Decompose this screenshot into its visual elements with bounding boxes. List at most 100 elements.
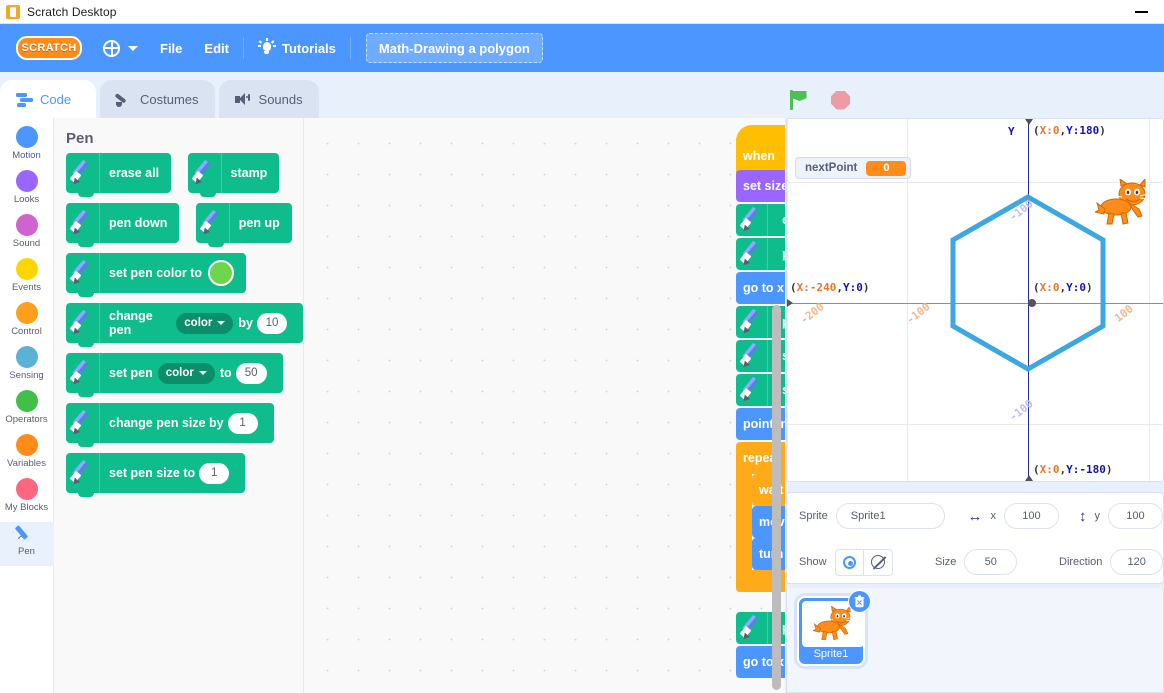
sprite-list[interactable]: Sprite1 <box>786 588 1164 693</box>
category-color-dot <box>15 346 38 368</box>
vertical-arrows-icon: ↕ <box>1078 507 1087 525</box>
category-color-dot <box>15 302 38 324</box>
category-events[interactable]: Events <box>0 258 54 302</box>
category-color-dot <box>15 390 38 412</box>
block-palette[interactable]: Pen erase all stamp pen down pen up set … <box>54 118 304 693</box>
menu-tutorials[interactable]: Tutorials <box>247 24 347 72</box>
chevron-down-icon <box>217 321 226 325</box>
delete-sprite-button[interactable] <box>848 590 871 613</box>
eye-hidden-icon <box>871 555 886 569</box>
x-input[interactable]: 100 <box>1003 503 1059 529</box>
category-sound[interactable]: Sound <box>0 214 54 258</box>
pen-icon <box>66 403 100 443</box>
editor-main: Motion Looks Sound Events Control Sensin… <box>0 118 1164 693</box>
block-label: pen down <box>109 216 168 230</box>
sprite-info-row-1: Sprite Sprite1 ↔ x 100 ↕ y 100 <box>787 493 1163 539</box>
pen-icon <box>736 204 768 236</box>
window-title: Scratch Desktop <box>27 4 117 19</box>
palette-block-stamp[interactable]: stamp <box>187 153 280 197</box>
speaker-icon <box>234 92 252 107</box>
variable-monitor-nextPoint[interactable]: nextPoint 0 <box>795 157 912 179</box>
label-top-coord: (X:0,Y:180) <box>1033 124 1106 137</box>
block-label: go to x: <box>743 281 785 295</box>
y-label: y <box>1094 510 1100 522</box>
block-label: stamp <box>230 166 268 180</box>
window-title-bar: Scratch Desktop <box>0 0 1164 24</box>
pen-attribute-dropdown[interactable]: color <box>176 312 234 334</box>
monitor-value: 0 <box>866 160 907 176</box>
category-my-blocks[interactable]: My Blocks <box>0 478 54 522</box>
block-category-list: Motion Looks Sound Events Control Sensin… <box>0 118 54 693</box>
category-label: Sensing <box>9 370 44 381</box>
sprite-name-input[interactable]: Sprite1 <box>835 503 946 529</box>
category-color-dot <box>15 170 38 192</box>
direction-label: Direction <box>1059 556 1103 568</box>
scratch-app-icon <box>6 4 20 19</box>
category-operators[interactable]: Operators <box>0 390 54 434</box>
code-icon <box>16 92 33 107</box>
palette-heading: Pen <box>66 130 94 147</box>
workspace-vertical-scrollbar[interactable] <box>772 305 781 690</box>
menu-divider-1 <box>242 37 244 59</box>
category-color-dot <box>15 258 38 280</box>
language-menu[interactable] <box>92 24 149 72</box>
tab-sounds[interactable]: Sounds <box>218 80 319 118</box>
show-visible-button[interactable] <box>836 550 864 575</box>
palette-block-erase-all[interactable]: erase all <box>66 153 172 197</box>
category-looks[interactable]: Looks <box>0 170 54 214</box>
minimize-button[interactable] <box>1126 0 1156 24</box>
sprite-tile-Sprite1[interactable]: Sprite1 <box>797 590 871 666</box>
brush-icon <box>114 92 133 107</box>
palette-block-change-pen-by[interactable]: change pen color by 10 <box>66 303 303 347</box>
repeat-arm <box>736 474 752 570</box>
category-variables[interactable]: Variables <box>0 434 54 478</box>
block-set-size-to[interactable]: set size to 50 % <box>736 170 785 202</box>
category-label: Motion <box>12 150 41 161</box>
palette-block-set-pen-color-to[interactable]: set pen color to <box>66 253 247 297</box>
block-go-to-xy-1[interactable]: go to x: 0 y: 100 <box>736 272 785 304</box>
category-motion[interactable]: Motion <box>0 126 54 170</box>
code-workspace[interactable]: when clicked set size to 50 % erase all … <box>304 118 785 693</box>
sprite-info-panel: Sprite Sprite1 ↔ x 100 ↕ y 100 Show Size… <box>786 492 1164 584</box>
scratch-logo[interactable]: SCRATCH <box>16 36 82 60</box>
palette-block-set-pen-size-to[interactable]: set pen size to 1 <box>66 453 246 497</box>
tab-costumes[interactable]: Costumes <box>100 80 215 118</box>
direction-input[interactable]: 120 <box>1110 549 1163 575</box>
chevron-down-icon <box>128 45 138 51</box>
pen-icon <box>736 306 768 338</box>
palette-block-pen-down[interactable]: pen down <box>66 203 180 247</box>
category-control[interactable]: Control <box>0 302 54 346</box>
block-label: change pen <box>109 309 153 337</box>
show-hidden-button[interactable] <box>864 550 892 575</box>
category-sensing[interactable]: Sensing <box>0 346 54 390</box>
pen-attribute-dropdown[interactable]: color <box>157 362 215 384</box>
tab-code[interactable]: Code <box>0 80 96 118</box>
show-toggle[interactable] <box>834 548 894 576</box>
number-input[interactable]: 10 <box>257 312 287 334</box>
project-title-field[interactable]: Math-Drawing a polygon <box>365 33 543 63</box>
menu-edit[interactable]: Edit <box>193 24 240 72</box>
category-label: Events <box>11 282 42 293</box>
category-label: Sound <box>12 238 41 249</box>
chevron-down-icon <box>198 371 207 375</box>
pen-color-swatch[interactable] <box>208 260 235 286</box>
number-input[interactable]: 1 <box>199 462 230 484</box>
green-flag-button[interactable] <box>789 90 809 110</box>
size-input[interactable]: 50 <box>964 549 1017 575</box>
y-input[interactable]: 100 <box>1107 503 1163 529</box>
menu-file[interactable]: File <box>149 24 193 72</box>
category-color-dot <box>15 478 38 500</box>
block-erase-all[interactable]: erase all <box>736 204 785 236</box>
number-input[interactable]: 50 <box>235 362 267 384</box>
block-label: change pen size by <box>109 416 224 430</box>
number-input[interactable]: 1 <box>227 412 258 434</box>
palette-block-set-pen-to[interactable]: set pen color to 50 <box>66 353 283 397</box>
scratch-cat-sprite[interactable] <box>1095 179 1149 227</box>
stage[interactable]: Y (X:0,Y:180) (X:-240,Y:0) (X:0,Y:0) (X:… <box>786 118 1164 482</box>
category-pen[interactable]: Pen <box>0 522 54 566</box>
block-pen-up-1[interactable]: pen up <box>736 238 785 270</box>
stop-button[interactable] <box>831 90 850 110</box>
globe-icon <box>103 39 120 57</box>
palette-block-change-pen-size-by[interactable]: change pen size by 1 <box>66 403 274 447</box>
palette-block-pen-up[interactable]: pen up <box>195 203 292 247</box>
